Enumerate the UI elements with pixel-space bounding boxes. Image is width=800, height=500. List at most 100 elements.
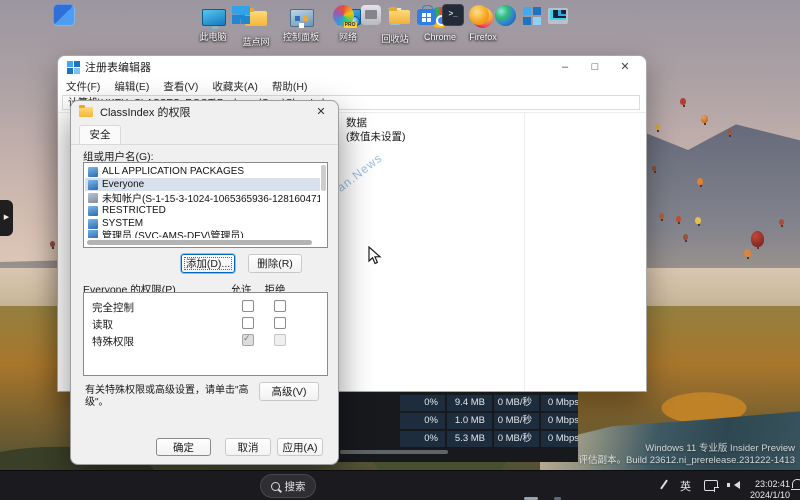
menu-view[interactable]: 查看(V) [163, 79, 198, 94]
group-icon [88, 218, 98, 229]
tm-net-cell: 0 Mbps [541, 395, 578, 411]
taskbar-store[interactable] [414, 3, 438, 27]
unknown-account-icon [88, 192, 98, 203]
menu-bar: 文件(F) 编辑(E) 查看(V) 收藏夹(A) 帮助(H) [60, 78, 644, 94]
menu-help[interactable]: 帮助(H) [272, 79, 308, 94]
edge-icon [494, 4, 516, 26]
permissions-dialog: ClassIndex 的权限 ✕ 安全 组或用户名(G): ALL APPLIC… [70, 100, 339, 465]
remove-button[interactable]: 删除(R) [248, 254, 302, 273]
clock-date: 2024/1/10 [749, 489, 790, 500]
add-button[interactable]: 添加(D)... [181, 254, 235, 273]
desktop-icon-label: 网络 [338, 32, 357, 42]
widgets-button[interactable] [52, 3, 76, 27]
cancel-button[interactable]: 取消 [225, 438, 271, 456]
allow-checkbox-read[interactable] [242, 317, 254, 329]
maximize-button[interactable]: □ [580, 56, 610, 78]
user-icon [88, 230, 98, 238]
registry-editor-icon [523, 7, 531, 15]
clock-time: 23:02:41 [754, 479, 790, 489]
permission-row-label: 特殊权限 [92, 336, 134, 348]
column-divider[interactable] [524, 113, 525, 391]
tm-disk-cell: 0 MB/秒 [494, 431, 539, 447]
ime-indicator[interactable]: 英 [680, 478, 691, 500]
tm-mem-cell: 5.3 MB [447, 431, 492, 447]
mouse-cursor [368, 246, 382, 265]
users-listbox[interactable]: ALL APPLICATION PACKAGES Everyone 未知帐户(S… [83, 162, 328, 248]
permissions-listbox[interactable]: 完全控制 读取 特殊权限 [83, 292, 328, 376]
ok-button[interactable]: 确定 [156, 438, 211, 456]
tm-net-cell: 0 Mbps [541, 413, 578, 429]
search-icon [270, 481, 280, 491]
horizontal-scrollbar[interactable] [87, 240, 312, 245]
list-item[interactable]: 未知帐户(S-1-15-3-1024-1065365936-1281604716… [85, 191, 320, 204]
list-item-clipped[interactable]: 管理员 (SVC-AMS-DEV\管理员) [85, 230, 320, 238]
minimize-button[interactable]: – [550, 56, 580, 78]
desktop-icon-control-panel[interactable]: 控制面板 [278, 6, 324, 42]
file-explorer-icon [388, 6, 410, 24]
taskbar-app-window[interactable] [359, 3, 383, 27]
advanced-button[interactable]: 高级(V) [259, 382, 319, 401]
taskbar-file-explorer[interactable] [387, 3, 411, 27]
tab-security[interactable]: 安全 [79, 125, 121, 145]
desktop-icon-label: 此电脑 [199, 32, 227, 42]
tm-cpu-cell: 0% [400, 431, 445, 447]
search-label: 搜索 [284, 480, 306, 493]
advanced-hint-text: 有关特殊权限或高级设置，请单击"高级"。 [85, 385, 249, 408]
taskbar-terminal[interactable]: >_ [441, 3, 465, 27]
dialog-title-bar[interactable]: ClassIndex 的权限 [71, 101, 338, 123]
deny-checkbox-full-control[interactable] [274, 300, 286, 312]
data-column-header[interactable]: 数据 [346, 115, 367, 130]
permission-row-label: 读取 [92, 319, 113, 331]
desktop-icon-label: 回收站 [381, 34, 409, 44]
windows-version-watermark: Windows 11 专业版 Insider Preview 评估副本。Buil… [578, 443, 795, 466]
desktop-icon-label: Chrome [423, 32, 456, 42]
dialog-close-button[interactable]: ✕ [312, 104, 330, 120]
tm-cpu-cell: 0% [400, 413, 445, 429]
list-item-selected[interactable]: Everyone [85, 178, 320, 191]
desktop-icon-label: 蓝点网 [242, 37, 270, 47]
start-button[interactable] [229, 3, 253, 27]
permission-row-label: 完全控制 [92, 302, 134, 314]
list-item[interactable]: RESTRICTED [85, 204, 320, 217]
close-button[interactable]: ✕ [610, 56, 640, 78]
clock[interactable]: 23:02:41 2024/1/10 [746, 479, 790, 500]
menu-file[interactable]: 文件(F) [66, 79, 100, 94]
widgets-icon [53, 4, 75, 26]
registry-app-icon [67, 61, 73, 67]
orange-app-icon [469, 5, 489, 25]
vertical-scrollbar[interactable] [321, 165, 326, 191]
allow-checkbox-full-control[interactable] [242, 300, 254, 312]
notification-bell-icon[interactable] [791, 479, 800, 500]
list-item[interactable]: SYSTEM [85, 217, 320, 230]
taskbar-app-color-pro[interactable] [331, 3, 357, 28]
tm-mem-cell: 9.4 MB [447, 395, 492, 411]
group-icon [88, 205, 98, 216]
desktop-icon-label: Firefox [469, 32, 497, 42]
taskbar-app-orange[interactable] [467, 3, 491, 27]
tm-cpu-cell: 0% [400, 395, 445, 411]
folder-icon [79, 105, 93, 117]
search-box[interactable]: 搜索 [260, 474, 316, 498]
deny-checkbox-read[interactable] [274, 317, 286, 329]
taskbar-registry-editor-active[interactable] [519, 3, 543, 27]
tm-horizontal-scrollbar[interactable] [340, 450, 448, 454]
group-icon [88, 179, 98, 190]
taskbar-edge[interactable] [493, 3, 517, 27]
edge-flyout-toggle[interactable]: ▶ [0, 200, 13, 236]
gray-window-icon [361, 5, 381, 25]
microsoft-store-icon [416, 4, 436, 25]
tab-divider [71, 144, 338, 145]
tm-disk-cell: 0 MB/秒 [494, 395, 539, 411]
desktop-icon-label: 控制面板 [282, 32, 319, 42]
list-item[interactable]: ALL APPLICATION PACKAGES [85, 165, 320, 178]
menu-edit[interactable]: 编辑(E) [114, 79, 149, 94]
taskbar-task-manager[interactable] [546, 3, 570, 27]
volume-icon[interactable] [727, 481, 740, 500]
menu-favorites[interactable]: 收藏夹(A) [212, 79, 258, 94]
touch-keyboard-icon[interactable] [704, 480, 719, 500]
dialog-title: ClassIndex 的权限 [100, 107, 191, 119]
task-manager-window[interactable]: 0% 9.4 MB 0 MB/秒 0 Mbps 0% 1.0 MB 0 MB/秒… [300, 392, 578, 462]
apply-button[interactable]: 应用(A) [277, 438, 323, 456]
pen-tray-icon[interactable] [660, 479, 668, 500]
tm-net-cell: 0 Mbps [541, 431, 578, 447]
